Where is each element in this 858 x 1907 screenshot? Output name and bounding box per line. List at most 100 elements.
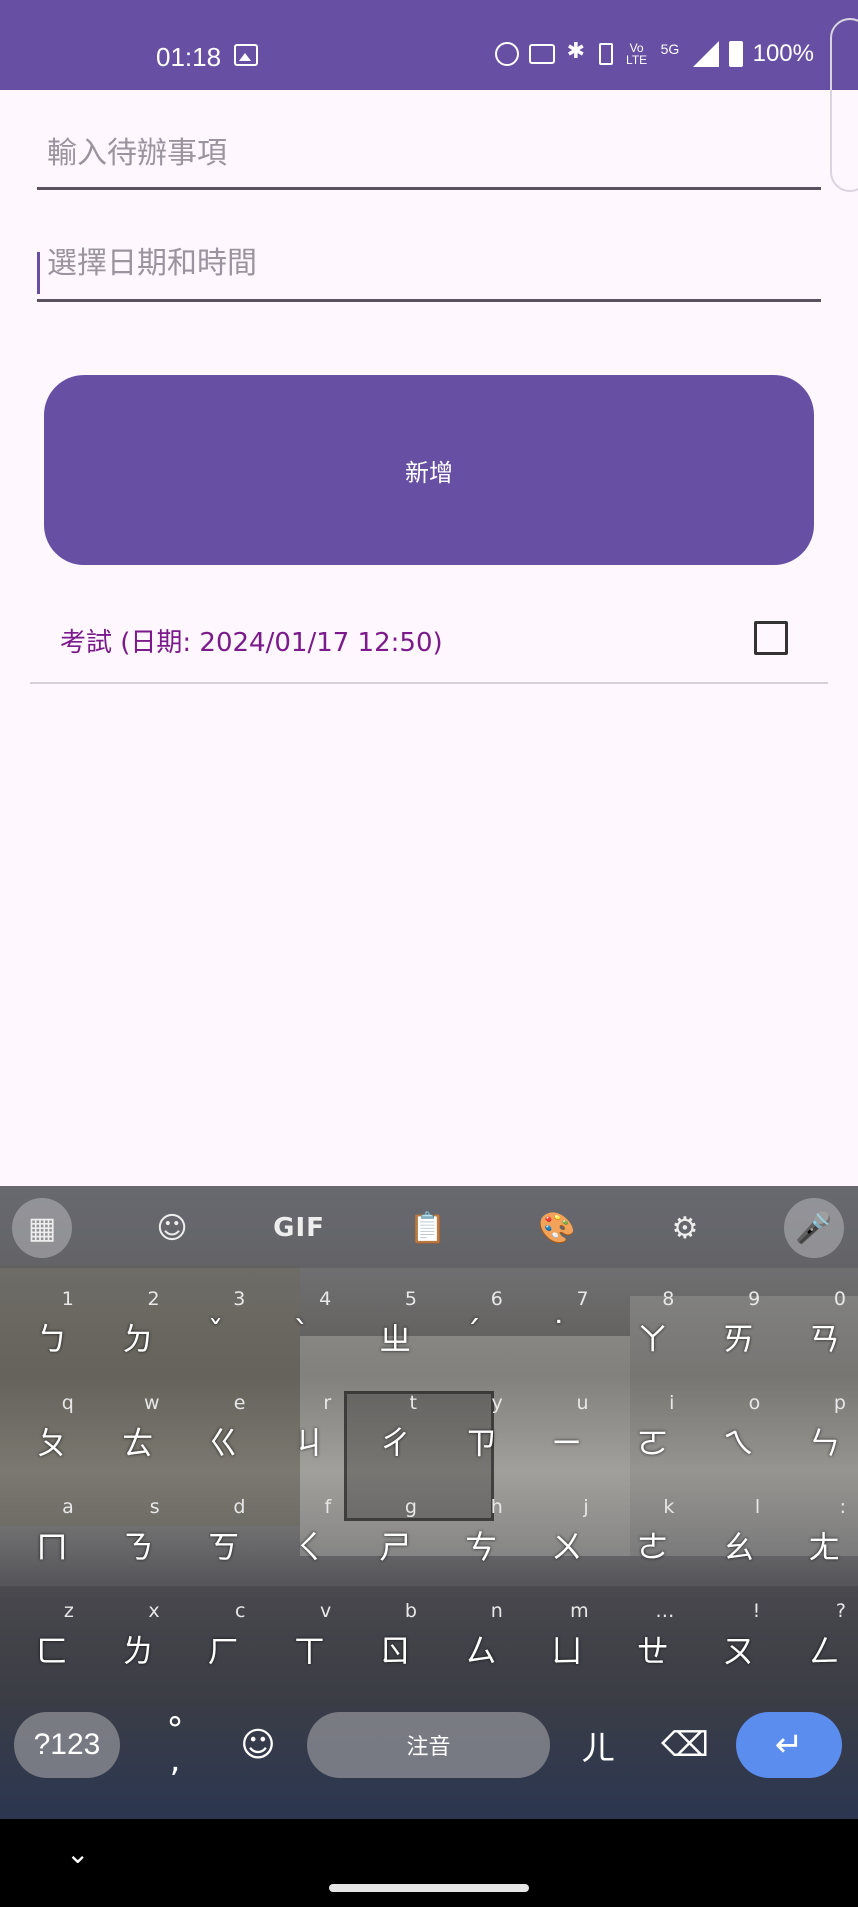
keyboard-key[interactable]: … ㄝ [601, 1592, 687, 1692]
keyboard-key[interactable]: jㄨ [515, 1488, 601, 1588]
key-label: ㄧ [550, 1424, 583, 1462]
key-hint: 8 [662, 1288, 675, 1310]
key-label: ˊ [465, 1314, 481, 1352]
keyboard-key[interactable]: 8ㄚ [601, 1280, 687, 1380]
keyboard-key[interactable]: hㄘ [429, 1488, 515, 1588]
keyboard-key[interactable]: eㄍ [172, 1384, 258, 1484]
keyboard-key[interactable]: mㄩ [515, 1592, 601, 1692]
image-notification-icon [234, 44, 258, 66]
text-caret [37, 252, 40, 294]
microphone-icon[interactable]: 🎤 [784, 1198, 844, 1258]
keyboard-key[interactable]: uㄧ [515, 1384, 601, 1484]
keyboard-key[interactable]: yㄗ [429, 1384, 515, 1484]
sticker-icon[interactable]: ☺ [142, 1198, 202, 1258]
keyboard-key[interactable]: 9ㄞ [686, 1280, 772, 1380]
clipboard-icon[interactable]: 📋 [398, 1198, 458, 1258]
theme-palette-icon[interactable]: 🎨 [527, 1198, 587, 1258]
keyboard-key[interactable]: xㄌ [86, 1592, 172, 1692]
battery-icon [728, 41, 743, 67]
key-hint: v [319, 1600, 332, 1622]
keyboard-key[interactable]: iㄛ [601, 1384, 687, 1484]
space-key[interactable]: 注音 [307, 1712, 550, 1778]
key-hint: i [669, 1392, 675, 1414]
keyboard-key[interactable]: ! ㄡ [686, 1592, 772, 1692]
keyboard-key[interactable]: gㄕ [343, 1488, 429, 1588]
er-key[interactable]: ㄦ [570, 1712, 626, 1778]
keyboard-key[interactable]: sㄋ [86, 1488, 172, 1588]
key-label: ㄈ [36, 1632, 69, 1670]
keyboard-row: aㄇsㄋdㄎfㄑgㄕhㄘjㄨkㄜlㄠ:ㄤ [0, 1488, 858, 1592]
key-label: ㄕ [379, 1528, 412, 1566]
keyboard-key[interactable]: nㄙ [429, 1592, 515, 1692]
keyboard-key[interactable]: 0ㄢ [772, 1280, 858, 1380]
add-button[interactable]: 新增 [44, 375, 814, 565]
keyboard-key[interactable]: oㄟ [686, 1384, 772, 1484]
backspace-icon[interactable]: ⌫ [655, 1712, 715, 1778]
keyboard-key[interactable]: ? ㄥ [772, 1592, 858, 1692]
todo-item-checkbox[interactable] [754, 621, 788, 655]
emoji-icon[interactable]: ☺ [230, 1712, 286, 1778]
keyboard-key[interactable]: lㄠ [686, 1488, 772, 1588]
key-hint: t [409, 1392, 417, 1414]
key-label: ㄟ [722, 1424, 755, 1462]
battery-percent: 100% [752, 40, 814, 67]
keyboard-key[interactable]: dㄎ [172, 1488, 258, 1588]
keyboard-row: 1 ㄅ 2 ㄉ 3 ˇ 4 ˋ 5 ㄓ 6 ˊ 7 ˙ 8 ㄚ 9 ㄞ 0 ㄢ [0, 1280, 858, 1384]
key-label: ㄩ [550, 1632, 583, 1670]
key-hint: 0 [833, 1288, 846, 1310]
key-label: ㄋ [121, 1528, 154, 1566]
key-hint: 9 [748, 1288, 761, 1310]
keyboard-key[interactable]: 2ㄉ [86, 1280, 172, 1380]
key-label: ㄜ [636, 1528, 669, 1566]
key-hint: y [491, 1392, 503, 1414]
key-hint: : [839, 1496, 846, 1518]
keyboard-key[interactable]: pㄣ [772, 1384, 858, 1484]
key-label: ㄎ [207, 1528, 240, 1566]
hide-keyboard-chevron-icon[interactable]: ⌄ [66, 1837, 89, 1870]
keyboard-key[interactable]: vㄒ [257, 1592, 343, 1692]
keyboard-key[interactable]: zㄈ [0, 1592, 86, 1692]
key-label: ㄑ [293, 1528, 326, 1566]
keyboard-bottom-row: ?123 ° , ☺ 注音 ㄦ ⌫ ↵ [0, 1712, 858, 1792]
keyboard-key[interactable]: rㄐ [257, 1384, 343, 1484]
keyboard-key[interactable]: 7 ˙ [515, 1280, 601, 1380]
keyboard-key[interactable]: 4ˋ [257, 1280, 343, 1380]
keyboard-key[interactable]: aㄇ [0, 1488, 86, 1588]
apps-grid-icon[interactable]: ▦ [12, 1198, 72, 1258]
punctuation-key[interactable]: ° , [150, 1712, 200, 1778]
key-label: ㄥ [808, 1632, 841, 1670]
keyboard-key[interactable]: tㄔ [343, 1384, 429, 1484]
symbols-key[interactable]: ?123 [14, 1712, 120, 1778]
key-hint: j [583, 1496, 589, 1518]
todo-input[interactable] [37, 136, 821, 171]
key-label: ㄅ [36, 1320, 69, 1358]
key-label: ㄖ [379, 1632, 412, 1670]
keyboard-key[interactable]: bㄖ [343, 1592, 429, 1692]
keyboard-key[interactable]: kㄜ [601, 1488, 687, 1588]
key-hint: l [754, 1496, 761, 1518]
enter-icon[interactable]: ↵ [736, 1712, 842, 1778]
home-gesture-pill[interactable] [329, 1884, 529, 1892]
keyboard-key[interactable]: 3ˇ [172, 1280, 258, 1380]
key-hint: r [323, 1392, 332, 1414]
todo-item-label: 考試 (日期: 2024/01/17 12:50) [60, 628, 443, 658]
date-time-input[interactable] [37, 246, 821, 281]
key-label: ㄛ [636, 1424, 669, 1462]
status-bar: 01:18 Vo LTE 5G 100% [0, 0, 858, 90]
keyboard-key[interactable]: wㄊ [86, 1384, 172, 1484]
keyboard-key[interactable]: 6ˊ [429, 1280, 515, 1380]
list-item[interactable]: 考試 (日期: 2024/01/17 12:50) [30, 600, 828, 684]
keyboard-key[interactable]: fㄑ [257, 1488, 343, 1588]
keyboard-key[interactable]: cㄏ [172, 1592, 258, 1692]
keyboard-key[interactable]: :ㄤ [772, 1488, 858, 1588]
settings-gear-icon[interactable]: ⚙ [655, 1198, 715, 1258]
keyboard-key[interactable]: qㄆ [0, 1384, 86, 1484]
keyboard-key[interactable]: 1ㄅ [0, 1280, 86, 1380]
key-hint: g [404, 1496, 417, 1518]
key-hint: w [144, 1392, 160, 1414]
keyboard-key[interactable]: 5ㄓ [343, 1280, 429, 1380]
key-hint: n [490, 1600, 503, 1622]
gif-button[interactable]: GIF [269, 1198, 329, 1258]
key-hint: h [490, 1496, 503, 1518]
edge-panel-handle[interactable] [830, 18, 858, 192]
